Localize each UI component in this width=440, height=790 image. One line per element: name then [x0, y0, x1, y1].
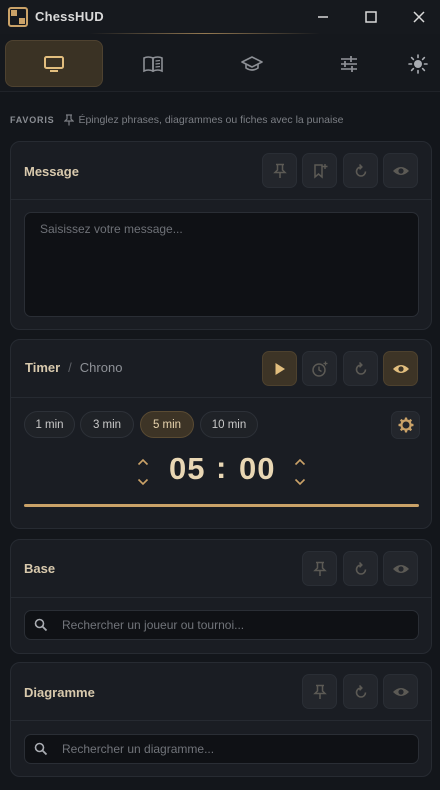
- timer-header: Timer / Chrono: [25, 360, 122, 375]
- preset-3-min[interactable]: 3 min: [80, 411, 134, 438]
- timer-title: Timer: [25, 360, 61, 375]
- message-card: Message: [10, 141, 432, 330]
- base-visibility-button[interactable]: [383, 551, 418, 586]
- title-bar: ChessHUD: [0, 0, 440, 34]
- tab-learn[interactable]: [203, 40, 301, 87]
- card-divider: [11, 597, 431, 598]
- tab-settings[interactable]: [300, 40, 398, 87]
- message-reset-button[interactable]: [343, 153, 378, 188]
- tab-library[interactable]: [104, 40, 202, 87]
- preset-5-min[interactable]: 5 min: [140, 411, 194, 438]
- seconds-up-button[interactable]: [293, 457, 307, 467]
- card-divider: [11, 199, 431, 200]
- bookmark-add-icon: [313, 163, 327, 179]
- timer-settings-button[interactable]: [391, 411, 420, 439]
- chevron-up-icon: [137, 458, 149, 466]
- timer-play-button[interactable]: [262, 351, 297, 386]
- timer-visibility-button[interactable]: [383, 351, 418, 386]
- eye-icon: [392, 564, 409, 573]
- timer-progress-fill: [24, 504, 419, 507]
- message-title: Message: [24, 164, 79, 179]
- book-icon: [143, 55, 163, 72]
- app-logo: [8, 7, 28, 27]
- reset-icon: [355, 561, 366, 575]
- search-icon: [34, 618, 54, 632]
- reset-icon: [355, 684, 366, 698]
- chevron-down-icon: [137, 478, 149, 486]
- message-textarea-box: [24, 212, 419, 317]
- pin-icon: [312, 561, 327, 576]
- gear-icon: [398, 417, 413, 433]
- maximize-button[interactable]: [359, 6, 383, 28]
- card-divider: [11, 720, 431, 721]
- eye-icon: [392, 687, 409, 696]
- favorites-label: FAVORIS: [10, 115, 55, 125]
- message-visibility-button[interactable]: [383, 153, 418, 188]
- chevron-up-icon: [294, 458, 306, 466]
- theme-toggle-button[interactable]: [404, 50, 432, 78]
- monitor-icon: [44, 55, 64, 72]
- base-card: Base: [10, 539, 432, 654]
- minutes-display: 05: [169, 451, 206, 486]
- diagram-title: Diagramme: [24, 685, 95, 700]
- tab-display[interactable]: [5, 40, 103, 87]
- minutes-up-button[interactable]: [136, 457, 150, 467]
- pin-icon: [64, 114, 75, 126]
- play-icon: [275, 362, 285, 375]
- favorites-row: FAVORIS Épinglez phrases, diagrammes ou …: [10, 112, 343, 128]
- chevron-down-icon: [294, 478, 306, 486]
- message-pin-button[interactable]: [262, 153, 297, 188]
- close-icon: [413, 11, 425, 23]
- diagram-reset-button[interactable]: [343, 674, 378, 709]
- time-colon: :: [216, 450, 228, 485]
- timer-progress-bar: [24, 504, 419, 507]
- sliders-icon: [341, 55, 357, 72]
- card-divider: [11, 397, 431, 398]
- eye-icon: [392, 166, 409, 175]
- maximize-icon: [365, 11, 377, 23]
- diagram-pin-button[interactable]: [302, 674, 337, 709]
- preset-1-min[interactable]: 1 min: [24, 411, 75, 438]
- message-input[interactable]: [40, 222, 403, 307]
- pin-icon: [312, 684, 327, 699]
- timer-card: Timer / Chrono 1 min 3 min 5 min 10 min: [10, 339, 432, 529]
- favorites-hint: Épinglez phrases, diagrammes ou fiches a…: [78, 114, 344, 126]
- base-title: Base: [24, 561, 56, 576]
- diagram-search-box: [24, 734, 419, 764]
- search-icon: [34, 742, 54, 756]
- minimize-button[interactable]: [311, 6, 335, 28]
- close-button[interactable]: [407, 6, 431, 28]
- app-title: ChessHUD: [35, 9, 104, 24]
- base-search-box: [24, 610, 419, 640]
- diagram-search-input[interactable]: [62, 742, 418, 756]
- sun-icon: [408, 54, 428, 74]
- minutes-down-button[interactable]: [136, 477, 150, 487]
- diagram-card: Diagramme: [10, 662, 432, 777]
- reset-icon: [355, 361, 366, 375]
- seconds-down-button[interactable]: [293, 477, 307, 487]
- timer-reset-button[interactable]: [343, 351, 378, 386]
- base-search-input[interactable]: [62, 618, 418, 632]
- minimize-icon: [318, 16, 328, 18]
- timer-add-time-button[interactable]: [302, 351, 337, 386]
- pin-icon: [272, 163, 287, 178]
- main-nav: [0, 34, 440, 92]
- graduation-cap-icon: [241, 55, 263, 71]
- timer-add-icon: [311, 361, 327, 377]
- chrono-tab[interactable]: Chrono: [80, 360, 123, 375]
- reset-icon: [355, 163, 366, 177]
- timer-separator: /: [68, 360, 72, 375]
- seconds-display: 00: [239, 451, 276, 486]
- preset-10-min[interactable]: 10 min: [200, 411, 258, 438]
- base-reset-button[interactable]: [343, 551, 378, 586]
- message-bookmark-add-button[interactable]: [302, 153, 337, 188]
- base-pin-button[interactable]: [302, 551, 337, 586]
- eye-icon: [392, 364, 409, 373]
- diagram-visibility-button[interactable]: [383, 674, 418, 709]
